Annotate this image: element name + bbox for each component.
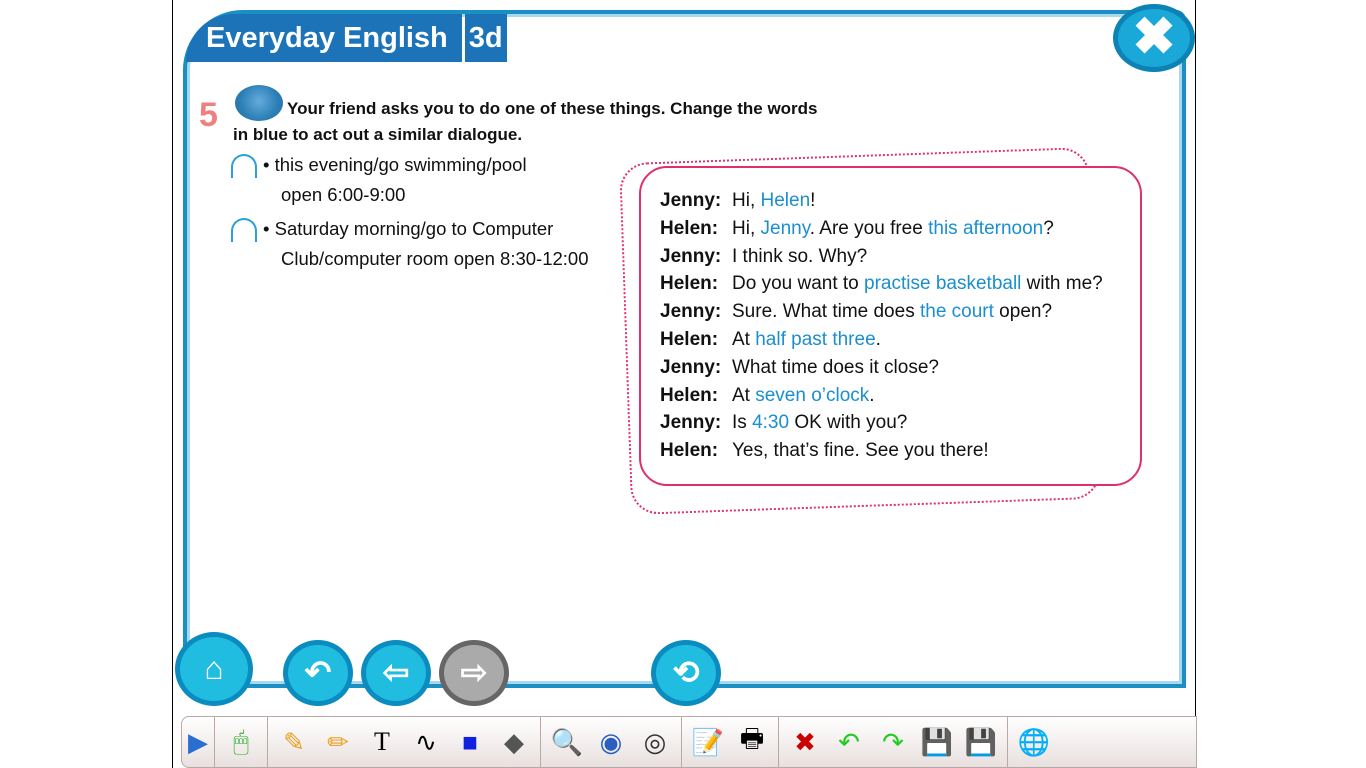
headphones-icon[interactable]: [231, 218, 257, 242]
dialogue-line: Helen: At half past three.: [660, 326, 1140, 354]
dialogue-text: .: [875, 328, 881, 350]
toolbar-group: 📝 🖶: [682, 716, 779, 768]
exercise-number: 5: [199, 96, 218, 134]
toolbar-group: ✖ ↶ ↷ 💾 💾: [779, 716, 1008, 768]
mouse-icon[interactable]: 🖱: [219, 726, 263, 758]
dialogue-text: OK with you?: [789, 412, 908, 434]
option-line: open 6:00-9:00: [281, 184, 406, 205]
undo-icon[interactable]: ↶: [827, 727, 871, 758]
speaker: Helen:: [660, 384, 719, 406]
dialogue-text: I think so. Why?: [732, 245, 868, 267]
shape-icon[interactable]: ■: [448, 727, 492, 758]
speaker: Jenny:: [660, 245, 722, 267]
replaceable-phrase: Helen: [760, 190, 811, 211]
toolbar: ▶ 🖱 ✎ ✏ T ∿ ■ ◆ 🔍 ◉ ◎ 📝 🖶 ✖ ↶ ↷ 💾 💾 🌐: [181, 716, 1197, 768]
speaker: Helen:: [660, 217, 719, 239]
dialogue-text: Is: [732, 412, 753, 434]
replaceable-phrase: this afternoon: [928, 217, 1044, 239]
highlighter-icon[interactable]: ✏: [316, 727, 360, 758]
dialogue-line: Helen: At seven o’clock.: [660, 382, 1140, 410]
toolbar-group: 🌐: [1008, 716, 1060, 768]
dialogue-text: ?: [1043, 217, 1054, 239]
save-icon[interactable]: 💾: [915, 727, 959, 758]
option-line: this evening/go swimming/pool: [274, 154, 527, 175]
dialogue-text: open?: [993, 301, 1053, 323]
dialogue-line: Jenny: Sure. What time does the court ope…: [660, 298, 1140, 326]
dialogue-line: Helen: Hi, Jenny. Are you free this after…: [660, 215, 1140, 243]
dialogue-text: At: [732, 384, 756, 406]
dialogue-text: Sure. What time does: [732, 301, 920, 323]
option-line: Club/computer room open 8:30-12:00: [281, 248, 589, 269]
dialogue-line: Jenny: Hi, Helen!: [660, 187, 1140, 215]
speaker: Jenny:: [660, 190, 722, 211]
dialogue-line: Jenny: What time does it close?: [660, 354, 1140, 382]
magnifier-icon[interactable]: 🔍: [545, 727, 589, 758]
replaceable-phrase: practise basketball: [864, 273, 1022, 295]
dialogue-text: Hi,: [732, 190, 761, 211]
dialogue-text: Hi,: [732, 217, 761, 239]
next-button[interactable]: ⇨: [439, 640, 509, 706]
option-line: Saturday morning/go to Computer: [274, 218, 554, 239]
dialogue-line: Jenny: I think so. Why?: [660, 243, 1140, 271]
toolbar-group: ▶: [182, 716, 215, 768]
dialogue-text: . Are you free: [809, 217, 929, 239]
dialogue-text: with me?: [1021, 273, 1103, 295]
dialogue-text: Yes, that’s fine. See you there!: [732, 440, 989, 462]
dialogue-line: Helen: Yes, that’s fine. See you there!: [660, 437, 1140, 465]
replaceable-phrase: the court: [919, 301, 994, 323]
close-button[interactable]: ✖: [1113, 4, 1195, 72]
dialogue-text: What time does it close?: [732, 356, 939, 378]
freehand-icon[interactable]: ∿: [404, 727, 448, 758]
speaker: Jenny:: [660, 412, 722, 434]
clear-icon[interactable]: ✖: [783, 727, 827, 758]
dialogue-box: Jenny: Hi, Helen! Helen: Hi, Jenny. Are you…: [639, 166, 1142, 486]
option-1: • this evening/go swimming/pool open 6:0…: [231, 150, 527, 210]
speaker: Helen:: [660, 440, 719, 462]
reveal-icon[interactable]: ◉: [589, 727, 633, 758]
dialogue-text: Do you want to: [732, 273, 865, 295]
toolbar-group: 🖱: [215, 716, 268, 768]
expand-icon[interactable]: ▶: [186, 727, 210, 758]
dialogue-text: At: [732, 328, 756, 350]
dialogue-line: Jenny: Is 4:30 OK with you?: [660, 409, 1140, 437]
load-icon[interactable]: 💾: [959, 727, 1003, 758]
speaker: Jenny:: [660, 356, 722, 378]
toolbar-group: ✎ ✏ T ∿ ■ ◆: [268, 716, 541, 768]
dialogue-line: Helen: Do you want to practise basketball…: [660, 270, 1140, 298]
toolbar-group: 🔍 ◉ ◎: [541, 716, 682, 768]
pair-work-icon: [235, 85, 283, 121]
speaker: Helen:: [660, 273, 719, 295]
replaceable-phrase: 4:30: [752, 412, 790, 434]
previous-button[interactable]: ⇦: [361, 640, 431, 706]
instruction: Your friend asks you to do one of these …: [233, 99, 818, 144]
replaceable-phrase: seven o’clock: [755, 384, 870, 406]
replaceable-phrase: half past three: [755, 328, 876, 350]
notes-icon[interactable]: 📝: [686, 727, 730, 758]
hide-icon[interactable]: ◎: [633, 727, 677, 758]
speaker: Jenny:: [660, 301, 722, 323]
replaceable-phrase: Jenny: [760, 217, 810, 239]
pencil-icon[interactable]: ✎: [272, 727, 316, 758]
title-bar: Everyday English 3d: [186, 14, 507, 62]
home-button[interactable]: ⌂: [175, 632, 253, 706]
page: Everyday English 3d ✖ 5 Your friend asks…: [172, 0, 1197, 768]
eraser-icon[interactable]: ◆: [492, 727, 536, 758]
dialogue-text: !: [810, 190, 816, 211]
option-2: • Saturday morning/go to Computer Club/c…: [231, 214, 589, 274]
unit-label: 3d: [464, 14, 507, 62]
page-title: Everyday English: [186, 14, 462, 62]
text-tool-icon[interactable]: T: [360, 727, 404, 757]
globe-icon[interactable]: 🌐: [1012, 727, 1056, 758]
replay-button[interactable]: ⟲: [651, 640, 721, 706]
print-icon[interactable]: 🖶: [730, 720, 774, 764]
redo-icon[interactable]: ↷: [871, 727, 915, 758]
back-button[interactable]: ↶: [283, 640, 353, 706]
speaker: Helen:: [660, 328, 719, 350]
dialogue-text: .: [869, 384, 875, 406]
headphones-icon[interactable]: [231, 154, 257, 178]
